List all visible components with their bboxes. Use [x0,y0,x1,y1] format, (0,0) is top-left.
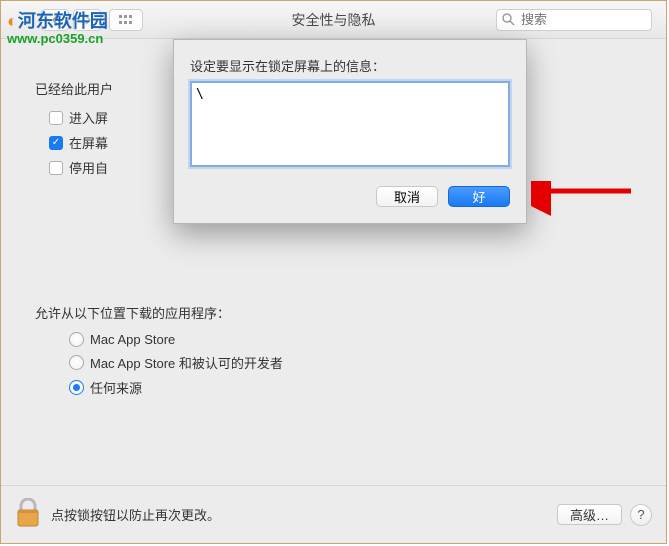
cancel-button[interactable]: 取消 [376,186,438,207]
checkbox-icon [49,136,63,150]
forward-button[interactable] [73,9,101,31]
chevron-left-icon [51,15,60,25]
radio-identified-developers[interactable]: Mac App Store 和被认可的开发者 [69,353,632,372]
require-password-label: 进入屏 [69,108,108,127]
allow-apps-radio-group: Mac App Store Mac App Store 和被认可的开发者 任何来… [69,332,632,397]
search-field-wrap [496,9,652,31]
chevron-right-icon [83,15,92,25]
show-message-label: 在屏幕 [69,133,108,152]
search-input[interactable] [496,9,652,31]
disable-auto-login-label: 停用自 [69,158,108,177]
radio-icon [69,332,84,347]
lock-message-dialog: 设定要显示在锁定屏幕上的信息： 取消 好 [173,39,527,224]
nav-buttons [41,9,143,31]
radio-label: Mac App Store 和被认可的开发者 [90,353,283,372]
show-all-button[interactable] [109,9,143,31]
allow-apps-label: 允许从以下位置下载的应用程序： [35,303,632,322]
checkbox-icon [49,111,63,125]
titlebar: 安全性与隐私 [1,1,666,39]
allow-apps-section: 允许从以下位置下载的应用程序： Mac App Store Mac App St… [35,303,632,397]
lock-message-textarea[interactable] [190,81,510,167]
radio-mac-app-store[interactable]: Mac App Store [69,332,632,347]
back-button[interactable] [41,9,69,31]
grid-icon [118,14,134,26]
radio-label: Mac App Store [90,332,175,347]
footer: 点按锁按钮以防止再次更改。 高级… ? [1,485,666,543]
lock-hint-text: 点按锁按钮以防止再次更改。 [51,505,220,524]
radio-anywhere[interactable]: 任何来源 [69,378,632,397]
radio-label: 任何来源 [90,378,142,397]
ok-button[interactable]: 好 [448,186,510,207]
preferences-window: 安全性与隐私 已经给此用户 进入屏 在屏幕 停用自 允许从以下位置下载的应用程序… [0,0,667,544]
lock-icon[interactable] [15,498,41,531]
radio-icon [69,355,84,370]
search-icon [502,13,515,26]
dialog-label: 设定要显示在锁定屏幕上的信息： [190,56,510,75]
help-button[interactable]: ? [630,504,652,526]
advanced-button[interactable]: 高级… [557,504,622,525]
checkbox-icon [49,161,63,175]
radio-icon [69,380,84,395]
